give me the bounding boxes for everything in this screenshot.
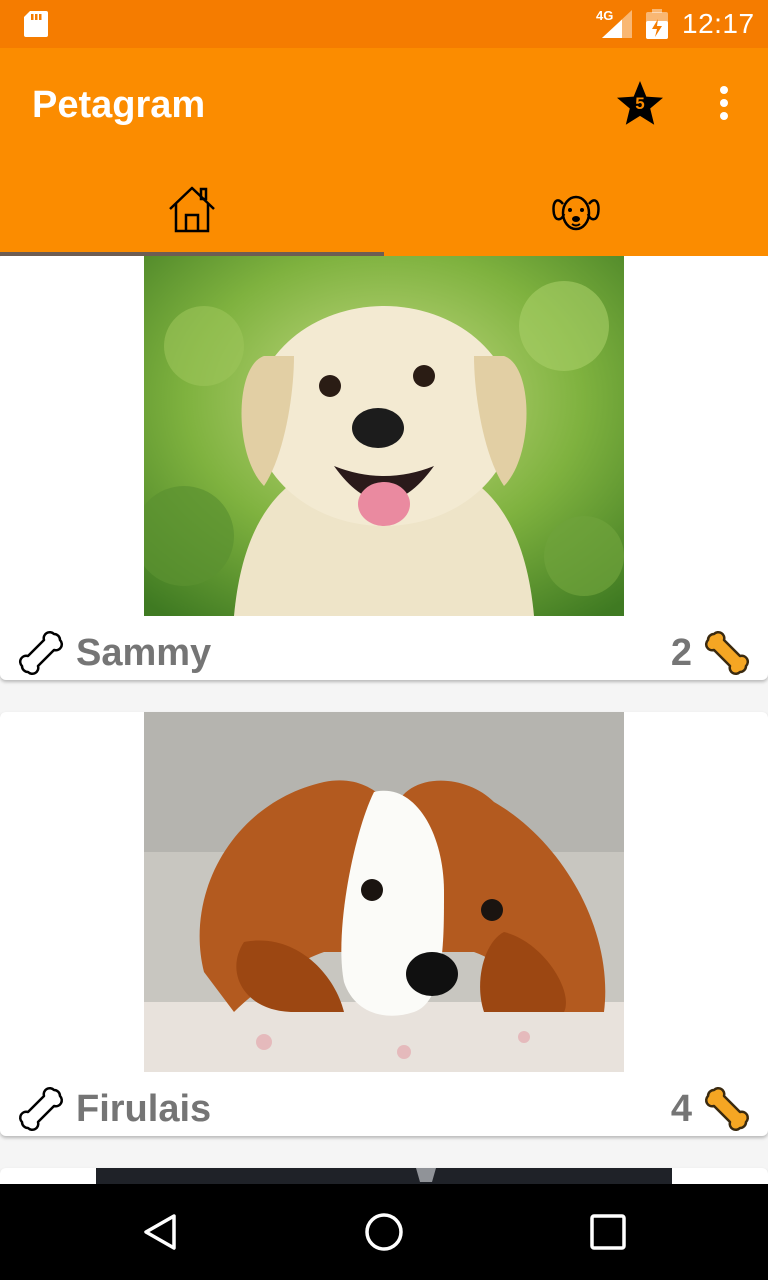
bone-rating-icon — [700, 626, 754, 680]
favorites-count: 5 — [635, 94, 645, 113]
overflow-menu-icon[interactable] — [708, 86, 740, 126]
recents-icon[interactable] — [588, 1212, 628, 1252]
pet-name: Firulais — [76, 1088, 212, 1130]
pet-card: Firulais 4 — [0, 712, 768, 1136]
pet-card: Sammy 2 — [0, 256, 768, 680]
house-icon — [166, 184, 218, 241]
home-circle-icon[interactable] — [364, 1212, 404, 1252]
tab-profile[interactable] — [384, 168, 768, 256]
like-bone-icon[interactable] — [14, 1082, 68, 1136]
app-bar: Petagram 5 — [0, 48, 768, 256]
tab-home[interactable] — [0, 168, 384, 256]
puppy-labrador-photo[interactable] — [144, 256, 624, 616]
battery-icon — [646, 9, 668, 44]
dog-face-icon — [552, 186, 600, 239]
dark-pet-photo[interactable] — [96, 1168, 672, 1184]
favorites-button[interactable]: 5 — [614, 78, 666, 130]
sd-card-icon — [24, 11, 48, 42]
puppy-spaniel-photo[interactable] — [144, 712, 624, 1072]
pet-card-footer: Firulais 4 — [0, 1072, 768, 1136]
clock: 12:17 — [682, 8, 755, 39]
system-nav-bar — [0, 1184, 768, 1280]
signal-icon — [600, 10, 634, 45]
like-count: 4 — [670, 1088, 692, 1130]
like-count: 2 — [670, 632, 692, 674]
bone-rating-icon — [700, 1082, 754, 1136]
pet-name: Sammy — [76, 632, 212, 674]
pet-card — [0, 1168, 768, 1184]
pet-card-footer: Sammy 2 — [0, 616, 768, 680]
like-bone-icon[interactable] — [14, 626, 68, 680]
app-title: Petagram — [32, 84, 206, 126]
back-icon[interactable] — [140, 1212, 180, 1252]
status-bar: 4G 12:17 — [0, 0, 768, 48]
pet-feed[interactable]: Sammy 2 Firulais 4 — [0, 256, 768, 1184]
